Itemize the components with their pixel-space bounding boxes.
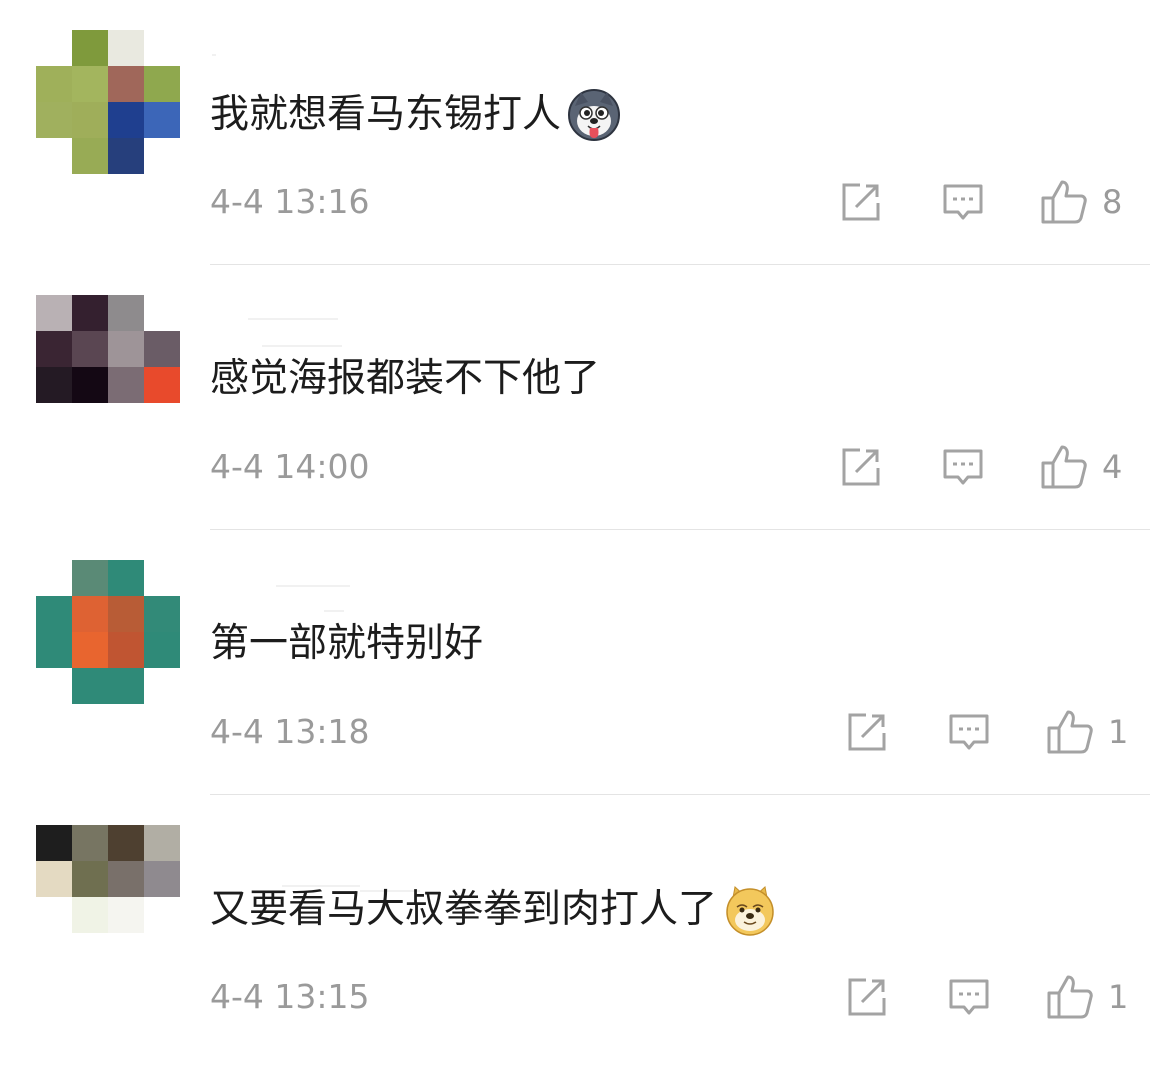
thumbs-up-icon: [1040, 443, 1088, 491]
username-blurred: [248, 318, 338, 320]
comment-icon: [942, 446, 984, 488]
comment-icon: [948, 711, 990, 753]
reply-button[interactable]: [942, 443, 984, 491]
share-button[interactable]: [846, 708, 888, 756]
avatar[interactable]: [36, 295, 180, 439]
comment-icon: [942, 181, 984, 223]
comment-time: 4-4 13:16: [210, 182, 370, 221]
share-icon: [840, 181, 882, 223]
husky-emoji: [567, 88, 621, 142]
reply-button[interactable]: [948, 973, 990, 1021]
doge-emoji: [723, 883, 777, 937]
thumbs-up-icon: [1046, 708, 1094, 756]
comment-text: 我就想看马东锡打人: [210, 88, 621, 142]
username-blurred: [276, 585, 350, 587]
share-button[interactable]: [840, 443, 882, 491]
comment-item: 感觉海报都装不下他了 4-4 14:00 4: [0, 265, 1150, 530]
comment-time: 4-4 14:00: [210, 447, 370, 486]
share-icon: [846, 711, 888, 753]
reply-button[interactable]: [948, 708, 990, 756]
comment-time: 4-4 13:18: [210, 712, 370, 751]
share-icon: [840, 446, 882, 488]
comment-text: 感觉海报都装不下他了: [210, 356, 601, 401]
thumbs-up-icon: [1040, 178, 1088, 226]
share-button[interactable]: [846, 973, 888, 1021]
avatar[interactable]: [36, 825, 180, 969]
like-count: 1: [1108, 978, 1129, 1016]
comment-text: 又要看马大叔拳拳到肉打人了: [210, 883, 777, 937]
username-blurred: [324, 610, 344, 612]
like-count: 4: [1102, 448, 1123, 486]
like-button[interactable]: 1: [1046, 973, 1128, 1021]
avatar[interactable]: [36, 30, 180, 174]
username-blurred: [262, 345, 342, 347]
like-button[interactable]: 1: [1046, 708, 1128, 756]
share-button[interactable]: [840, 178, 882, 226]
comment-icon: [948, 976, 990, 1018]
reply-button[interactable]: [942, 178, 984, 226]
like-count: 8: [1102, 183, 1123, 221]
like-count: 1: [1108, 713, 1129, 751]
comment-time: 4-4 13:15: [210, 977, 370, 1016]
thumbs-up-icon: [1046, 973, 1094, 1021]
comment-item: 又要看马大叔拳拳到肉打人了 4-4 13:15 1: [0, 795, 1150, 1060]
avatar[interactable]: [36, 560, 180, 704]
like-button[interactable]: 4: [1040, 443, 1122, 491]
like-button[interactable]: 8: [1040, 178, 1122, 226]
comment-text: 第一部就特别好: [210, 621, 484, 666]
comment-item: 我就想看马东锡打人 4-4 13:16 8: [0, 0, 1150, 265]
comment-item: 第一部就特别好 4-4 13:18 1: [0, 530, 1150, 795]
username-blurred: [212, 54, 216, 56]
share-icon: [846, 976, 888, 1018]
